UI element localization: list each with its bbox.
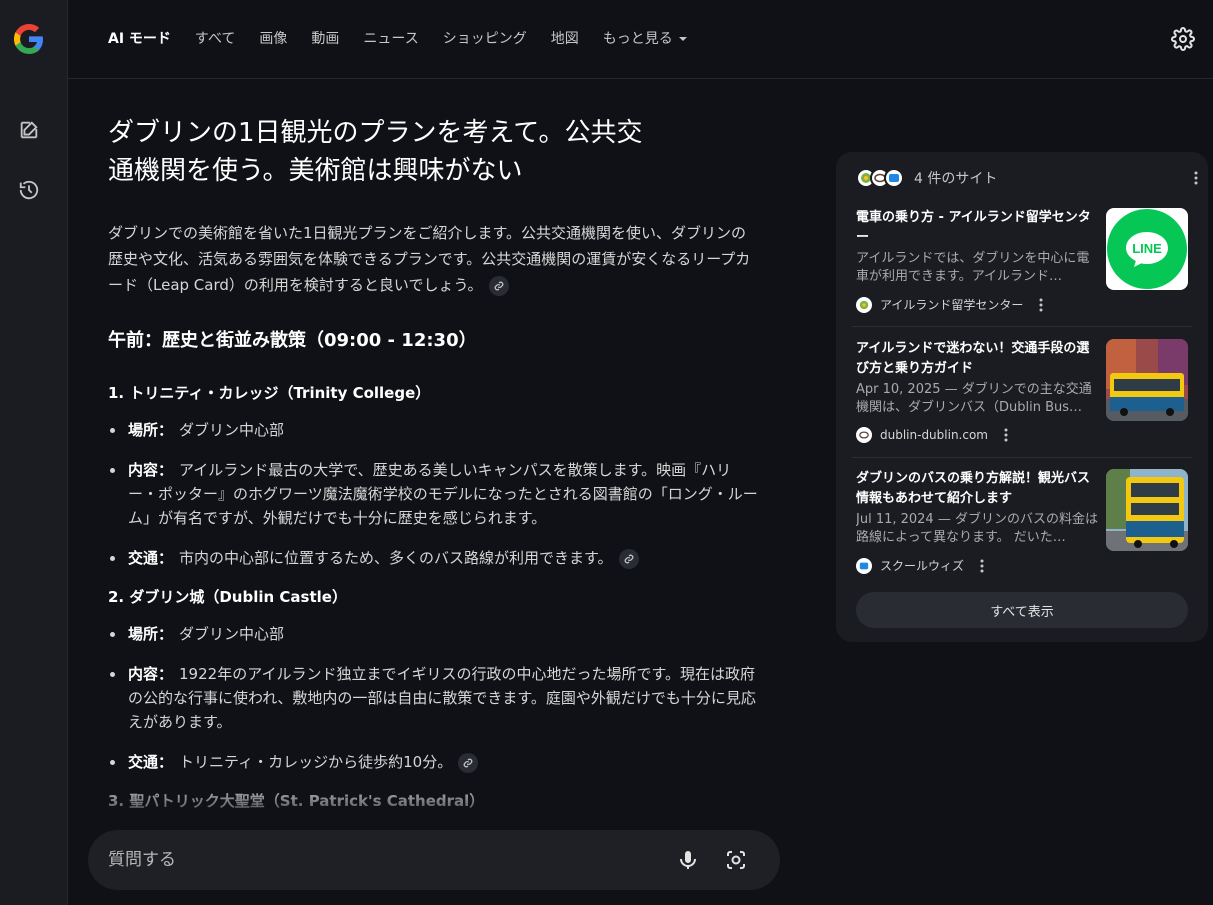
- detail-text: トリニティ・カレッジから徒歩約10分。: [179, 753, 453, 771]
- tab-maps[interactable]: 地図: [551, 28, 579, 50]
- tab-ai-mode[interactable]: AI モード: [108, 28, 171, 50]
- microphone-icon[interactable]: [676, 848, 700, 872]
- place-details: 場所： ダブリン中心部 内容： 1922年のアイルランド独立までイギリスの行政の中心…: [108, 622, 768, 774]
- lens-camera-icon[interactable]: [724, 848, 748, 872]
- intro-text: ダブリンでの美術館を省いた1日観光プランをご紹介します。公共交通機関を使い、ダブ…: [108, 224, 751, 294]
- history-icon[interactable]: [14, 175, 44, 205]
- source-title: 電車の乗り方 - アイルランド留学センター: [856, 210, 1091, 245]
- source-card[interactable]: ダブリンのバスの乗り方解説！観光バス情報もあわせて紹介します Jul 11, 2…: [852, 469, 1192, 587]
- source-thumbnail: [1106, 339, 1188, 421]
- show-all-button[interactable]: すべて表示: [856, 592, 1188, 628]
- detail-text: 1922年のアイルランド独立までイギリスの行政の中心地だった場所です。現在は政府…: [128, 665, 756, 731]
- detail-label: 内容：: [128, 665, 174, 683]
- caret-down-icon: [678, 37, 687, 41]
- divider: [852, 457, 1192, 458]
- detail-text: ダブリン中心部: [179, 625, 285, 643]
- nav-tabs: AI モード すべて 画像 動画 ニュース ショッピング 地図 もっと見る: [108, 28, 687, 50]
- more-options-icon[interactable]: [1033, 297, 1049, 313]
- detail-text: アイルランド最古の大学で、歴史ある美しいキャンパスを散策します。映画『ハリー・ポ…: [128, 461, 758, 527]
- detail-item: 場所： ダブリン中心部: [108, 622, 758, 646]
- site-favicons: [856, 168, 904, 188]
- source-site-name: dublin-dublin.com: [880, 428, 988, 442]
- detail-item: 交通： 市内の中心部に位置するため、多くのバス路線が利用できます。: [108, 546, 758, 570]
- source-snippet: アイルランドでは、ダブリンを中心に電車が利用できます。アイルランド…: [856, 251, 1090, 284]
- detail-label: 場所：: [128, 421, 174, 439]
- more-options-icon[interactable]: [974, 558, 990, 574]
- left-rail: [0, 0, 68, 905]
- tab-shopping[interactable]: ショッピング: [443, 28, 527, 50]
- source-card[interactable]: 電車の乗り方 - アイルランド留学センター アイルランドでは、ダブリンを中心に電…: [852, 208, 1192, 326]
- detail-text: ダブリン中心部: [179, 421, 285, 439]
- sources-panel: 4 件のサイト 電車の乗り方 - アイルランド留学センター アイルランドでは、ダ…: [836, 152, 1208, 642]
- more-options-icon[interactable]: [1188, 170, 1204, 186]
- source-site: dublin-dublin.com: [856, 427, 1014, 443]
- source-title: ダブリンのバスの乗り方解説！観光バス情報もあわせて紹介します: [856, 471, 1091, 506]
- top-bar: AI モード すべて 画像 動画 ニュース ショッピング 地図 もっと見る: [68, 0, 1213, 79]
- site-favicon-icon: [856, 557, 872, 574]
- source-site: スクールウィズ: [856, 557, 990, 574]
- settings-gear-icon[interactable]: [1171, 27, 1195, 51]
- detail-label: 内容：: [128, 461, 174, 479]
- tab-more-label: もっと見る: [602, 31, 673, 47]
- source-card[interactable]: アイルランドで迷わない！交通手段の選び方と乗り方ガイド Apr 10, 2025…: [852, 339, 1192, 457]
- google-logo-icon[interactable]: [12, 22, 46, 56]
- detail-text: 市内の中心部に位置するため、多くのバス路線が利用できます。: [179, 549, 613, 567]
- detail-label: 交通：: [128, 549, 174, 567]
- source-title: アイルランドで迷わない！交通手段の選び方と乗り方ガイド: [856, 341, 1090, 376]
- detail-item: 場所： ダブリン中心部: [108, 418, 758, 442]
- site-favicon-icon: [856, 427, 872, 443]
- ask-input[interactable]: [108, 846, 648, 874]
- tab-news[interactable]: ニュース: [363, 28, 418, 50]
- source-site-name: スクールウィズ: [880, 559, 965, 573]
- tab-videos[interactable]: 動画: [311, 28, 339, 50]
- sources-count: 4 件のサイト: [914, 171, 998, 187]
- site-favicon-icon: [856, 296, 872, 313]
- place-title: 1. トリニティ・カレッジ（Trinity College）: [108, 384, 431, 402]
- query-heading: ダブリンの1日観光のプランを考えて。公共交通機関を使う。美術館は興味がない: [108, 118, 643, 186]
- source-site-name: アイルランド留学センター: [880, 298, 1024, 312]
- divider: [852, 326, 1192, 327]
- intro-paragraph: ダブリンでの美術館を省いた1日観光プランをご紹介します。公共交通機関を使い、ダブ…: [108, 220, 758, 298]
- source-thumbnail: [1106, 469, 1188, 551]
- detail-item: 内容： 1922年のアイルランド独立までイギリスの行政の中心地だった場所です。現在…: [108, 662, 758, 734]
- more-options-icon[interactable]: [998, 427, 1014, 443]
- tab-images[interactable]: 画像: [259, 28, 287, 50]
- detail-item: 交通： トリニティ・カレッジから徒歩約10分。: [108, 750, 758, 774]
- place-details: 場所： ダブリン中心部 内容： アイルランド最古の大学で、歴史ある美しいキャンパスを…: [108, 418, 768, 570]
- new-chat-icon[interactable]: [14, 115, 44, 145]
- place-title: 3. 聖パトリック大聖堂（St. Patrick's Cathedral）: [108, 792, 485, 810]
- tab-all[interactable]: すべて: [195, 28, 235, 50]
- detail-label: 交通：: [128, 753, 174, 771]
- citation-link-icon[interactable]: [618, 548, 639, 569]
- sources-header: 4 件のサイト: [856, 166, 1198, 190]
- ask-bar: [88, 830, 780, 890]
- ai-answer: ダブリンの1日観光のプランを考えて。公共交通機関を使う。美術館は興味がない ダブ…: [108, 110, 768, 822]
- site-favicon-icon: [884, 168, 904, 188]
- source-snippet: Jul 11, 2024 — ダブリンのバスの料金は路線によって異なります。 だ…: [856, 512, 1098, 545]
- source-site: アイルランド留学センター: [856, 296, 1049, 313]
- place-title: 2. ダブリン城（Dublin Castle）: [108, 588, 347, 606]
- detail-item: 内容： アイルランド最古の大学で、歴史ある美しいキャンパスを散策します。映画『ハリ…: [108, 458, 758, 530]
- line-logo-text: LINE: [1132, 241, 1162, 256]
- source-snippet: Apr 10, 2025 — ダブリンでの主な交通機関は、ダブリンバス（Dubl…: [856, 382, 1092, 415]
- detail-label: 場所：: [128, 625, 174, 643]
- tab-more[interactable]: もっと見る: [603, 28, 687, 50]
- citation-link-icon[interactable]: [458, 752, 479, 773]
- source-thumbnail: LINE: [1106, 208, 1188, 290]
- section-heading: 午前：歴史と街並み散策（09:00 - 12:30）: [108, 330, 477, 351]
- citation-link-icon[interactable]: [488, 275, 509, 296]
